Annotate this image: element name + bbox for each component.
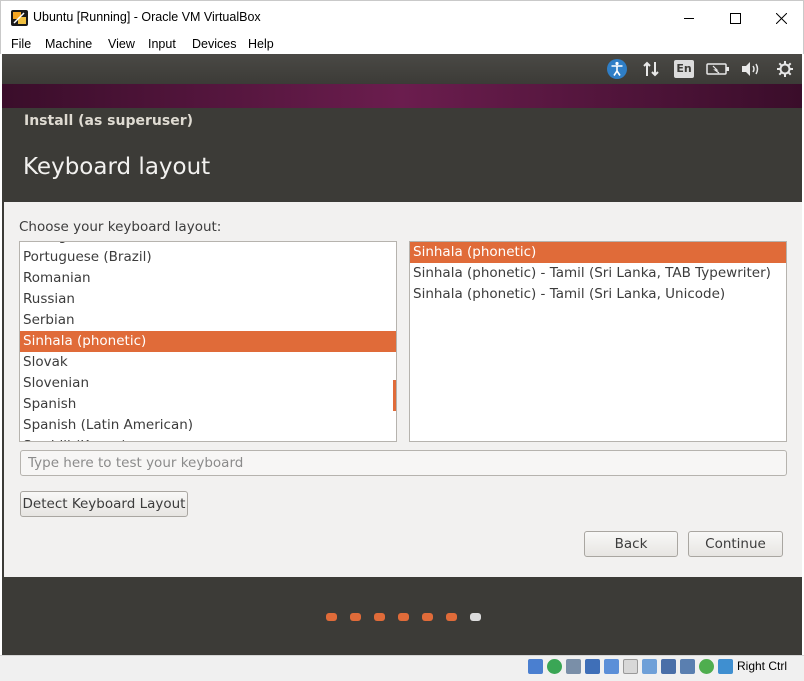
progress-dot (350, 613, 361, 621)
list-item[interactable]: Slovenian (20, 373, 396, 394)
network-adapter-icon[interactable] (585, 659, 600, 674)
menu-bar: File Machine View Input Devices Help (0, 34, 804, 54)
list-item[interactable]: Portuguese (Brazil) (20, 247, 396, 268)
minimize-icon (683, 17, 694, 19)
ubuntu-top-panel: En (2, 54, 802, 84)
video-capture-icon[interactable] (661, 659, 676, 674)
settings-gear-icon (777, 61, 793, 77)
list-item[interactable]: Russian (20, 289, 396, 310)
progress-dot-current (470, 613, 481, 621)
choose-layout-label: Choose your keyboard layout: (19, 219, 222, 235)
battery-indicator[interactable] (705, 58, 731, 80)
network-icon (643, 61, 659, 77)
close-button[interactable] (758, 1, 804, 35)
list-item[interactable]: Spanish (Latin American) (20, 415, 396, 436)
list-item[interactable]: Romanian (20, 268, 396, 289)
installer-titlebar: Install (as superuser) (4, 108, 802, 138)
menu-help[interactable]: Help (248, 37, 274, 51)
progress-dot (398, 613, 409, 621)
back-button[interactable]: Back (584, 531, 678, 557)
guest-screen: En Install (as superuser) Keyboard layou… (2, 54, 802, 655)
keyboard-test-input[interactable] (20, 450, 787, 476)
minimize-button[interactable] (666, 1, 712, 35)
accessibility-icon (607, 59, 627, 79)
menu-devices[interactable]: Devices (192, 37, 236, 51)
maximize-button[interactable] (712, 1, 758, 35)
language-indicator[interactable]: En (674, 58, 694, 80)
vm-status-bar: Right Ctrl (0, 655, 804, 681)
page-title: Keyboard layout (23, 154, 211, 180)
progress-dot (422, 613, 433, 621)
list-item-partial[interactable]: Swahili (Kenya) (20, 436, 396, 441)
menu-input[interactable]: Input (148, 37, 176, 51)
host-key-label: Right Ctrl (737, 659, 788, 673)
list-item[interactable]: Serbian (20, 310, 396, 331)
variant-item-selected[interactable]: Sinhala (phonetic) (410, 242, 786, 263)
list-item-selected[interactable]: Sinhala (phonetic) (20, 331, 396, 352)
progress-dot (374, 613, 385, 621)
variant-item[interactable]: Sinhala (phonetic) - Tamil (Sri Lanka, T… (410, 263, 786, 284)
close-icon (775, 12, 787, 24)
progress-dot (446, 613, 457, 621)
variant-list[interactable]: Sinhala (phonetic) Sinhala (phonetic) - … (409, 241, 787, 442)
optical-drive-icon[interactable] (547, 659, 562, 674)
installer-content: Choose your keyboard layout: Portuguese … (4, 202, 802, 577)
hard-disk-icon[interactable] (528, 659, 543, 674)
progress-dot (326, 613, 337, 621)
menu-view[interactable]: View (108, 37, 135, 51)
installer-title: Install (as superuser) (24, 113, 193, 129)
virtualization-icon[interactable] (680, 659, 695, 674)
mouse-integration-icon[interactable] (699, 659, 714, 674)
language-icon: En (674, 60, 694, 78)
audio-icon[interactable] (566, 659, 581, 674)
layout-list-scrollbar[interactable] (393, 380, 396, 411)
volume-icon (742, 62, 759, 76)
maximize-icon (729, 12, 741, 24)
display-icon[interactable] (642, 659, 657, 674)
volume-indicator[interactable] (739, 58, 763, 80)
settings-indicator[interactable] (774, 58, 796, 80)
menu-machine[interactable]: Machine (45, 37, 92, 51)
accessibility-indicator[interactable] (605, 58, 629, 80)
window-title: Ubuntu [Running] - Oracle VM VirtualBox (33, 10, 261, 24)
continue-button[interactable]: Continue (688, 531, 783, 557)
window-titlebar: Ubuntu [Running] - Oracle VM VirtualBox (0, 0, 804, 34)
list-item[interactable]: Spanish (20, 394, 396, 415)
desktop-wallpaper (2, 84, 802, 108)
variant-item[interactable]: Sinhala (phonetic) - Tamil (Sri Lanka, U… (410, 284, 786, 305)
installer-window: Install (as superuser) Keyboard layout C… (4, 108, 802, 655)
keyboard-capture-icon[interactable] (718, 659, 733, 674)
usb-icon[interactable] (604, 659, 619, 674)
battery-icon (706, 63, 729, 75)
layout-list[interactable]: Portuguese Portuguese (Brazil) Romanian … (19, 241, 397, 442)
detect-keyboard-layout-button[interactable]: Detect Keyboard Layout (20, 491, 188, 517)
menu-file[interactable]: File (11, 37, 31, 51)
shared-folders-icon[interactable] (623, 659, 638, 674)
virtualbox-logo-icon (11, 10, 28, 26)
network-indicator[interactable] (640, 58, 662, 80)
list-item[interactable]: Slovak (20, 352, 396, 373)
install-progress-dots (4, 613, 802, 625)
